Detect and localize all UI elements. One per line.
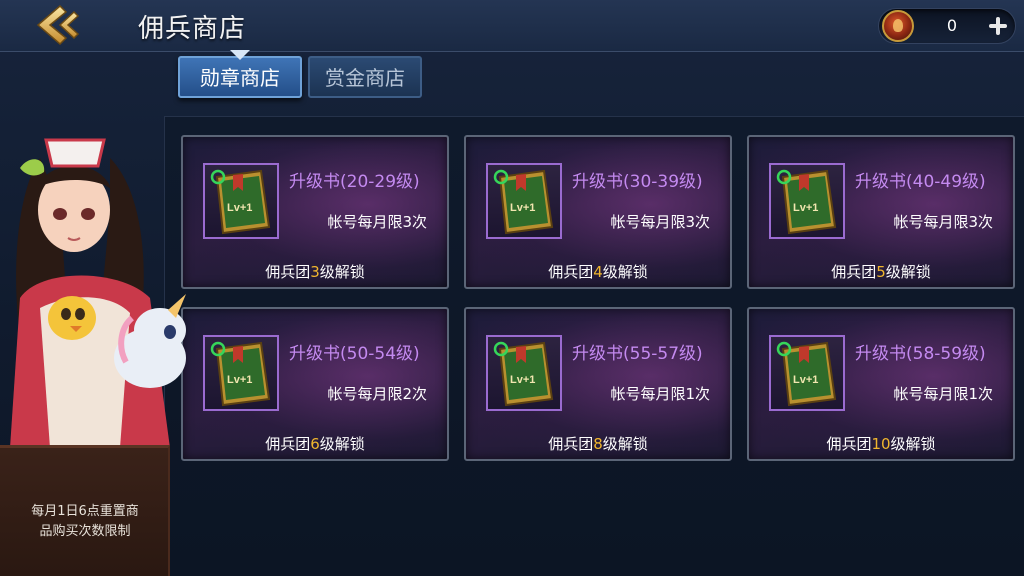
tab-label: 勋章商店 — [200, 66, 280, 90]
item-icon-frame: Lv+1 — [486, 335, 562, 411]
tab-label: 赏金商店 — [325, 66, 405, 90]
medal-currency: 0 — [878, 8, 1016, 44]
unlock-suffix: 级解锁 — [319, 263, 365, 281]
unlock-suffix: 级解锁 — [885, 263, 931, 281]
unlock-prefix: 佣兵团 — [548, 263, 594, 281]
item-icon-frame: Lv+1 — [203, 335, 279, 411]
item-name: 升级书(55-57级) — [572, 344, 703, 364]
top-bar: 佣兵商店 0 — [0, 0, 1024, 52]
unlock-requirement: 佣兵团4级解锁 — [466, 261, 730, 282]
unlock-level: 10 — [871, 435, 891, 453]
item-name: 升级书(30-39级) — [572, 172, 703, 192]
svg-text:Lv+1: Lv+1 — [510, 374, 535, 386]
unlock-requirement: 佣兵团5级解锁 — [749, 261, 1013, 282]
svg-text:Lv+1: Lv+1 — [227, 374, 252, 386]
shop-item-card[interactable]: Lv+1 升级书(58-59级) 帐号每月限1次 佣兵团10级解锁 — [747, 307, 1015, 461]
purchase-limit: 帐号每月限3次 — [610, 213, 710, 231]
tab-pointer-icon — [230, 50, 250, 60]
svg-text:Lv+1: Lv+1 — [510, 202, 535, 214]
reset-notice-box: 每月1日6点重置商 品购买次数限制 — [0, 445, 170, 576]
item-name: 升级书(58-59级) — [855, 344, 986, 364]
purchase-limit: 帐号每月限2次 — [327, 385, 427, 403]
item-icon-frame: Lv+1 — [769, 163, 845, 239]
purchase-limit: 帐号每月限3次 — [327, 213, 427, 231]
tab-bounty-shop[interactable]: 赏金商店 — [308, 56, 422, 98]
svg-text:Lv+1: Lv+1 — [793, 202, 818, 214]
page-title: 佣兵商店 — [138, 14, 247, 44]
unlock-suffix: 级解锁 — [319, 435, 365, 453]
unlock-requirement: 佣兵团6级解锁 — [183, 433, 447, 454]
unlock-level: 3 — [310, 263, 320, 281]
upgrade-book-icon: Lv+1 — [210, 341, 271, 407]
item-name: 升级书(20-29级) — [289, 172, 420, 192]
add-currency-button[interactable] — [985, 13, 1011, 39]
shop-panel: Lv+1 升级书(20-29级) 帐号每月限3次 佣兵团3级解锁 Lv+1 升级… — [164, 116, 1024, 576]
unlock-requirement: 佣兵团8级解锁 — [466, 433, 730, 454]
unlock-level: 5 — [876, 263, 886, 281]
unlock-suffix: 级解锁 — [602, 435, 648, 453]
reset-notice-text: 每月1日6点重置商 品购买次数限制 — [10, 502, 160, 542]
upgrade-book-icon: Lv+1 — [210, 169, 271, 235]
medal-icon — [882, 10, 914, 42]
item-icon-frame: Lv+1 — [203, 163, 279, 239]
unlock-level: 6 — [310, 435, 320, 453]
unlock-prefix: 佣兵团 — [548, 435, 594, 453]
shop-item-card[interactable]: Lv+1 升级书(40-49级) 帐号每月限3次 佣兵团5级解锁 — [747, 135, 1015, 289]
shop-item-card[interactable]: Lv+1 升级书(20-29级) 帐号每月限3次 佣兵团3级解锁 — [181, 135, 449, 289]
upgrade-book-icon: Lv+1 — [493, 341, 554, 407]
upgrade-book-icon: Lv+1 — [776, 169, 837, 235]
unlock-level: 8 — [593, 435, 603, 453]
unlock-requirement: 佣兵团10级解锁 — [749, 433, 1013, 454]
shop-item-card[interactable]: Lv+1 升级书(50-54级) 帐号每月限2次 佣兵团6级解锁 — [181, 307, 449, 461]
item-icon-frame: Lv+1 — [769, 335, 845, 411]
unlock-prefix: 佣兵团 — [826, 435, 872, 453]
upgrade-book-icon: Lv+1 — [493, 169, 554, 235]
item-name: 升级书(40-49级) — [855, 172, 986, 192]
shop-item-card[interactable]: Lv+1 升级书(30-39级) 帐号每月限3次 佣兵团4级解锁 — [464, 135, 732, 289]
back-arrow-icon — [36, 4, 80, 46]
item-name: 升级书(50-54级) — [289, 344, 420, 364]
unlock-suffix: 级解锁 — [602, 263, 648, 281]
unlock-suffix: 级解锁 — [890, 435, 936, 453]
svg-text:Lv+1: Lv+1 — [227, 202, 252, 214]
shop-item-card[interactable]: Lv+1 升级书(55-57级) 帐号每月限1次 佣兵团8级解锁 — [464, 307, 732, 461]
upgrade-book-icon: Lv+1 — [776, 341, 837, 407]
svg-text:Lv+1: Lv+1 — [793, 374, 818, 386]
unlock-prefix: 佣兵团 — [265, 435, 311, 453]
purchase-limit: 帐号每月限3次 — [893, 213, 993, 231]
unlock-requirement: 佣兵团3级解锁 — [183, 261, 447, 282]
notice-line: 品购买次数限制 — [39, 524, 131, 539]
shopkeeper-character — [10, 138, 186, 448]
item-icon-frame: Lv+1 — [486, 163, 562, 239]
unlock-prefix: 佣兵团 — [831, 263, 877, 281]
purchase-limit: 帐号每月限1次 — [893, 385, 993, 403]
unlock-level: 4 — [593, 263, 603, 281]
back-button[interactable] — [30, 2, 90, 48]
purchase-limit: 帐号每月限1次 — [610, 385, 710, 403]
notice-line: 每月1日6点重置商 — [31, 504, 139, 519]
tab-medal-shop[interactable]: 勋章商店 — [178, 50, 302, 98]
unlock-prefix: 佣兵团 — [265, 263, 311, 281]
currency-amount: 0 — [946, 16, 958, 35]
